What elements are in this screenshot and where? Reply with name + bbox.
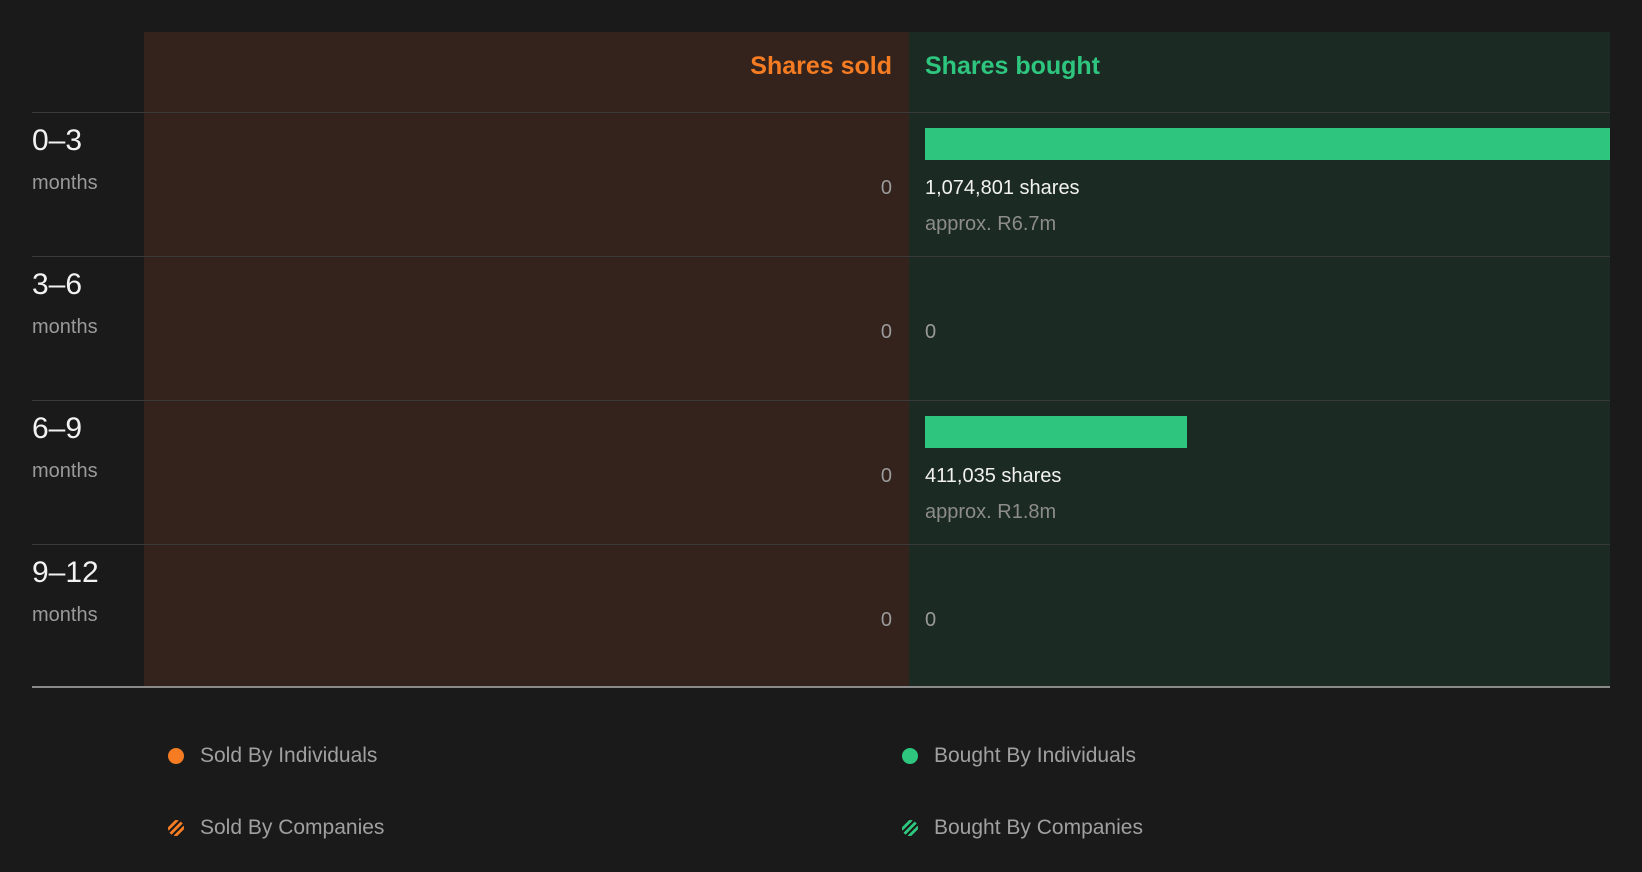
legend-hatched-dot-icon [168,820,184,836]
row-range-label: 0–3 [32,124,83,157]
row-range-label: 6–9 [32,412,83,445]
legend-item: Bought By Individuals [902,744,1136,768]
legend-label: Sold By Companies [200,816,385,839]
bought-approx-label: approx. R6.7m [925,213,1057,235]
bought-column-header: Shares bought [925,52,1101,80]
bought-bar [925,128,1610,160]
bought-value-label: 411,035 shares [925,465,1062,487]
chart-baseline [32,686,1610,688]
row-divider [32,256,1610,257]
row-unit-label: months [32,604,98,626]
legend-label: Bought By Companies [934,816,1143,839]
row-unit-label: months [32,172,98,194]
legend-item: Sold By Individuals [168,744,377,768]
insider-trading-chart: Shares sold Shares bought 0–3 months 0 1,07… [0,0,1642,872]
legend-dot-icon [168,748,184,764]
sold-value-label: 0 [880,609,892,631]
row-unit-label: months [32,316,98,338]
legend-item: Bought By Companies [902,816,1143,840]
sold-value-label: 0 [880,465,892,487]
sold-column-header: Shares sold [750,52,892,80]
sold-column-background [144,32,909,687]
bought-approx-label: approx. R1.8m [925,501,1057,523]
legend-dot-icon [902,748,918,764]
row-range-label: 3–6 [32,268,83,301]
bought-value-label: 1,074,801 shares [925,177,1080,199]
legend-label: Sold By Individuals [200,744,378,767]
row-divider [32,112,1610,113]
row-unit-label: months [32,460,98,482]
bought-bar [925,416,1187,448]
bought-value-label: 0 [925,609,937,631]
legend-hatched-dot-icon [902,820,918,836]
bought-value-label: 0 [925,321,937,343]
sold-value-label: 0 [880,321,892,343]
sold-value-label: 0 [880,177,892,199]
row-range-label: 9–12 [32,556,99,589]
legend-item: Sold By Companies [168,816,384,840]
legend-label: Bought By Individuals [934,744,1136,767]
row-divider [32,544,1610,545]
row-divider [32,400,1610,401]
